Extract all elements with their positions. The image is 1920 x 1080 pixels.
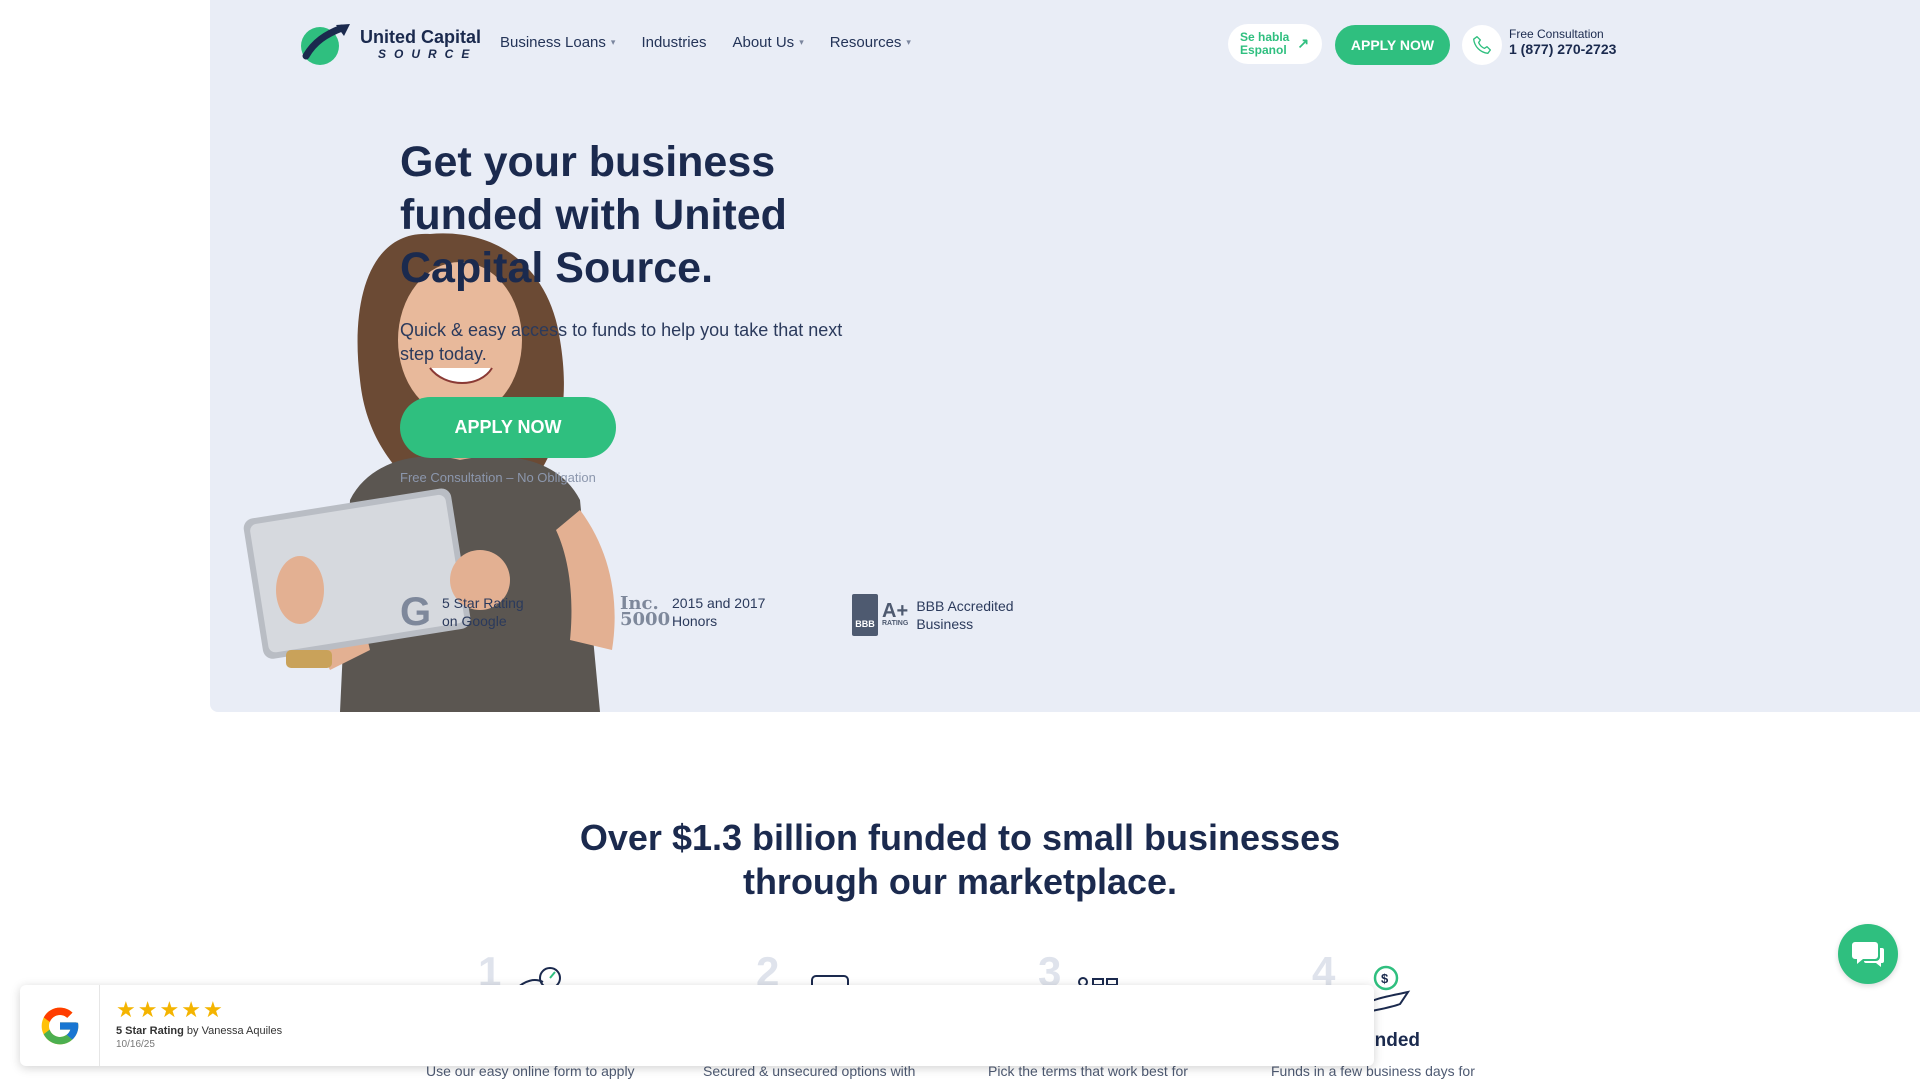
phone-number: 1 (877) 270-2723 [1509,41,1617,58]
hero-title: Get your business funded with United Cap… [400,138,787,292]
review-rating-label: 5 Star Rating [116,1025,184,1037]
hero-subtitle: Quick & easy access to funds to help you… [400,320,843,364]
consultation-phone[interactable]: Free Consultation 1 (877) 270-2723 [1509,27,1616,58]
review-date: 10/16/25 [116,1039,155,1050]
star-icon: ★ [159,997,180,1022]
header-apply-button[interactable]: APPLY NOW [1335,25,1450,65]
chevron-down-icon: ▾ [610,37,616,47]
chat-icon [1852,942,1884,967]
review-author-line: 5 Star Rating by Vanessa Aquiles [116,1025,282,1037]
funded-line2: through our marketplace. [742,861,1178,902]
chevron-down-icon: ▾ [799,37,804,47]
nav-industries[interactable]: Industries [641,34,706,51]
hero-apply-button[interactable]: APPLY NOW [400,397,616,458]
star-icon: ★ [202,997,223,1022]
nav-label: Industries [641,34,707,51]
inc5000-badge: Inc. 5000 2015 and 2017 Honors [620,594,765,630]
consultation-note: Free Consultation – No Obligation [400,470,596,485]
habla-line2: Espanol [1240,43,1287,57]
funded-heading: Over $1.3 billion funded to small busine… [560,816,1360,904]
logo-name: United Capital [360,27,482,47]
phone-icon [1473,36,1491,54]
badge-line2: on Google [442,613,507,629]
star-icon: ★ [116,997,136,1022]
nav-business-loans[interactable]: Business Loans ▾ [500,34,615,51]
star-icon: ★ [137,997,158,1022]
badge-line1: 5 Star Rating [442,595,524,611]
google-icon: G [400,590,432,634]
google-review-popup[interactable]: ★ ★ ★ ★ ★ 5 Star Rating by Vanessa Aquil… [20,985,1374,1066]
badge-line1: BBB Accredited [916,598,1014,614]
bbb-grade: A+ [882,600,909,622]
inc5000-icon: Inc. 5000 [620,593,671,630]
nav-label: Resources [829,34,902,51]
badge-line2: Business [916,616,974,632]
bbb-logo-box: BBB [852,594,878,636]
star-rating: ★ ★ ★ ★ ★ [116,999,282,1021]
nav-about-us[interactable]: About Us ▾ [732,34,803,51]
chevron-down-icon: ▾ [906,37,911,47]
logo-sub: SOURCE [378,47,478,61]
google-logo-icon [20,985,100,1066]
badge-line2: Honors [672,613,718,629]
spanish-link[interactable]: Se habla Espanol ↗ [1228,24,1322,64]
funded-line1: Over $1.3 billion funded to small busine… [579,817,1341,858]
logo-mark-icon [301,24,350,65]
google-rating-badge: G 5 Star Rating on Google [400,590,524,634]
star-icon: ★ [181,997,201,1022]
nav-label: Business Loans [500,34,606,51]
badge-line1: 2015 and 2017 [672,595,766,611]
main-nav: Business Loans ▾ Industries About Us ▾ R… [500,34,911,51]
nav-resources[interactable]: Resources ▾ [830,34,911,51]
site-logo[interactable]: United Capital SOURCE [298,22,481,66]
bbb-icon: BBB A+ RATING [852,594,908,636]
bbb-rating-word: RATING [882,620,909,627]
consult-label: Free Consultation [1509,27,1604,41]
svg-text:$: $ [1381,971,1389,986]
phone-button[interactable] [1462,25,1502,65]
arrow-up-right-icon: ↗ [1297,35,1310,52]
nav-label: About Us [732,34,795,51]
review-author: by Vanessa Aquiles [186,1025,283,1037]
chat-button[interactable] [1838,924,1898,984]
bbb-badge: BBB A+ RATING BBB Accredited Business [852,594,1014,636]
